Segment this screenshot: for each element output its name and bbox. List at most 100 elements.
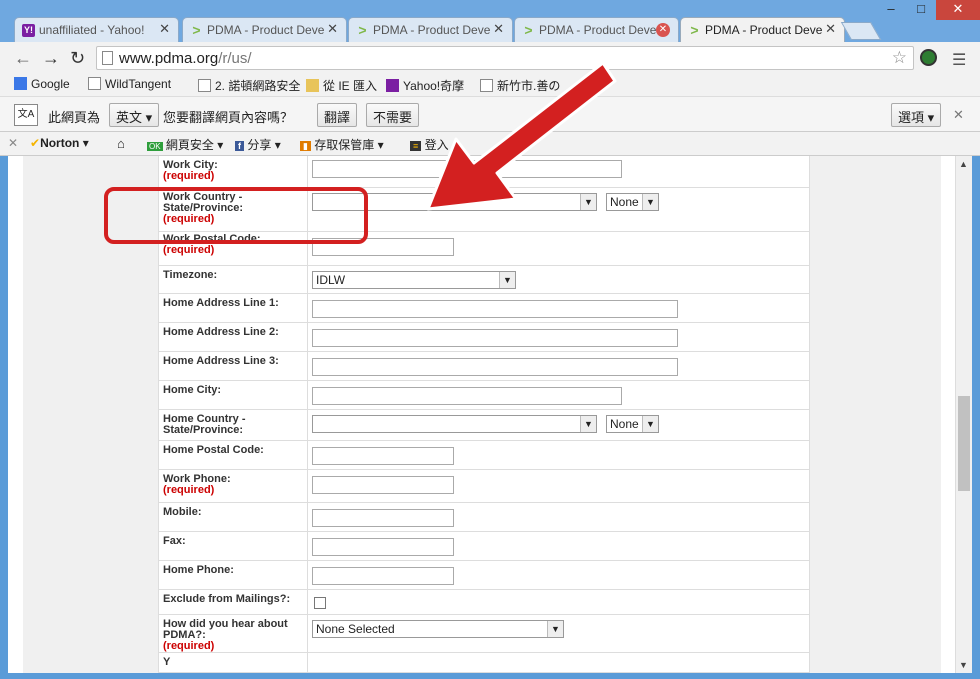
minimize-button[interactable]: – — [876, 0, 906, 20]
tab-yahoo[interactable]: Y! unaffiliated - Yahoo! ✕ — [14, 17, 179, 42]
home-address-3-input[interactable] — [312, 358, 678, 376]
vault-icon: ▮ — [300, 141, 311, 151]
page-icon — [102, 51, 113, 65]
work-phone-input[interactable] — [312, 476, 454, 494]
translate-question: 您要翻譯網頁內容嗎？ — [163, 110, 294, 125]
home-country-select[interactable]: ▼ — [312, 415, 597, 433]
scroll-down-icon[interactable]: ▼ — [959, 660, 968, 670]
label-timezone: Timezone: — [163, 269, 218, 281]
row-home-phone: Home Phone: — [159, 561, 809, 590]
chevron-down-icon: ▼ — [499, 272, 515, 288]
close-tab-icon[interactable]: ✕ — [493, 21, 504, 37]
options-button[interactable]: 選項 ▾ — [891, 103, 942, 127]
tab-pdma-active[interactable]: > PDMA - Product Deve ✕ — [680, 17, 845, 42]
home-postal-input[interactable] — [312, 447, 454, 465]
share-button[interactable]: f 分享 ▾ — [235, 136, 281, 153]
exclude-mailings-checkbox[interactable] — [314, 597, 326, 609]
row-home-city: Home City: — [159, 381, 809, 410]
bookmark-wildtangent[interactable]: WildTangent — [88, 77, 171, 91]
home-city-input[interactable] — [312, 387, 622, 405]
scroll-up-icon[interactable]: ▲ — [959, 159, 968, 169]
row-exclude-mailings: Exclude from Mailings?: — [159, 590, 809, 615]
fax-input[interactable] — [312, 538, 454, 556]
timezone-select[interactable]: IDLW ▼ — [312, 271, 516, 289]
maximize-button[interactable]: □ — [906, 0, 936, 20]
facebook-icon: f — [235, 141, 244, 151]
row-home-country: Home Country - State/Province: ▼ None ▼ — [159, 410, 809, 441]
bookmark-google[interactable]: Google — [14, 77, 70, 91]
tab-title: unaffiliated - Yahoo! — [39, 23, 145, 37]
label-partial: Y — [163, 656, 171, 668]
label-home-address-2: Home Address Line 2: — [163, 326, 279, 338]
row-work-phone: Work Phone: (required) — [159, 470, 809, 503]
label-mobile: Mobile: — [163, 506, 202, 518]
vertical-scrollbar[interactable]: ▲ ▼ — [955, 156, 972, 673]
home-phone-input[interactable] — [312, 567, 454, 585]
chevron-down-icon: ▼ — [642, 416, 658, 432]
label-work-phone: Work Phone: (required) — [163, 473, 231, 496]
scrollbar-thumb[interactable] — [958, 396, 970, 491]
google-icon — [14, 77, 27, 90]
pdma-icon: > — [524, 22, 533, 38]
home-icon[interactable]: ⌂ — [117, 136, 125, 151]
label-home-country: Home Country - State/Province: — [163, 413, 246, 436]
language-select[interactable]: 英文 ▾ — [109, 103, 160, 127]
annotation-highlight-box — [104, 187, 368, 244]
tab-title: PDMA - Product Deve — [207, 23, 325, 37]
translate-icon: 文A — [14, 104, 38, 126]
close-translate-icon[interactable]: ✕ — [953, 107, 964, 123]
menu-icon[interactable]: ☰ — [952, 50, 966, 70]
close-tab-icon[interactable]: ✕ — [159, 21, 170, 37]
tab-title: PDMA - Product Deve — [373, 23, 491, 37]
tab-pdma-2[interactable]: > PDMA - Product Deve ✕ — [348, 17, 513, 42]
tab-title: PDMA - Product Deve — [539, 23, 657, 37]
close-norton-icon[interactable]: ✕ — [8, 136, 18, 150]
heard-about-select[interactable]: None Selected ▼ — [312, 620, 564, 638]
row-mobile: Mobile: — [159, 503, 809, 532]
tab-pdma-1[interactable]: > PDMA - Product Deve ✕ — [182, 17, 347, 42]
home-state-select[interactable]: None ▼ — [606, 415, 659, 433]
bookmark-norton[interactable]: 2. 諾頓網路安全 — [198, 77, 300, 94]
translate-button[interactable]: 翻譯 — [317, 103, 358, 127]
label-home-postal: Home Postal Code: — [163, 444, 264, 456]
label-heard-about: How did you hear about PDMA?: (required) — [163, 618, 288, 652]
mobile-input[interactable] — [312, 509, 454, 527]
annotation-arrow-icon — [426, 61, 617, 211]
home-address-1-input[interactable] — [312, 300, 678, 318]
check-icon: ✔ — [30, 136, 41, 150]
norton-button[interactable]: ✔Norton ▾ — [30, 136, 89, 150]
tab-title: PDMA - Product Deve — [705, 23, 823, 37]
new-tab-button[interactable] — [840, 22, 882, 40]
close-tab-icon[interactable]: ✕ — [825, 21, 836, 37]
label-work-city: Work City: (required) — [163, 159, 218, 182]
close-window-button[interactable]: ✕ — [936, 0, 980, 20]
close-tab-icon[interactable]: ✕ — [327, 21, 338, 37]
row-home-address-1: Home Address Line 1: — [159, 294, 809, 323]
safe-web-button[interactable]: OK 網頁安全 ▾ — [147, 136, 223, 153]
forward-icon[interactable]: → — [42, 48, 60, 69]
pdma-icon: > — [192, 22, 201, 38]
label-home-phone: Home Phone: — [163, 564, 234, 576]
row-home-postal: Home Postal Code: — [159, 441, 809, 470]
extension-icon[interactable] — [920, 49, 937, 66]
label-exclude-mailings: Exclude from Mailings?: — [163, 593, 291, 605]
label-home-address-1: Home Address Line 1: — [163, 297, 279, 309]
label-home-address-3: Home Address Line 3: — [163, 355, 279, 367]
close-tab-icon[interactable]: ✕ — [656, 23, 670, 37]
url-text[interactable]: www.pdma.org/r/us/ — [119, 50, 252, 67]
tab-pdma-3[interactable]: > PDMA - Product Deve ✕ — [514, 17, 679, 42]
label-fax: Fax: — [163, 535, 186, 547]
bookmark-star-icon[interactable]: ☆ — [892, 48, 907, 68]
page-icon — [198, 79, 211, 92]
translate-prefix: 此網頁為 — [48, 110, 101, 125]
back-icon[interactable]: ← — [14, 48, 32, 69]
pdma-icon: > — [358, 22, 367, 38]
reload-icon[interactable]: ↻ — [70, 48, 85, 69]
row-home-address-3: Home Address Line 3: — [159, 352, 809, 381]
row-timezone: Timezone: IDLW ▼ — [159, 266, 809, 294]
tab-strip: Y! unaffiliated - Yahoo! ✕ > PDMA - Prod… — [0, 0, 980, 42]
row-partial: Y — [159, 653, 809, 673]
row-home-address-2: Home Address Line 2: — [159, 323, 809, 352]
home-address-2-input[interactable] — [312, 329, 678, 347]
chevron-down-icon: ▼ — [580, 416, 596, 432]
